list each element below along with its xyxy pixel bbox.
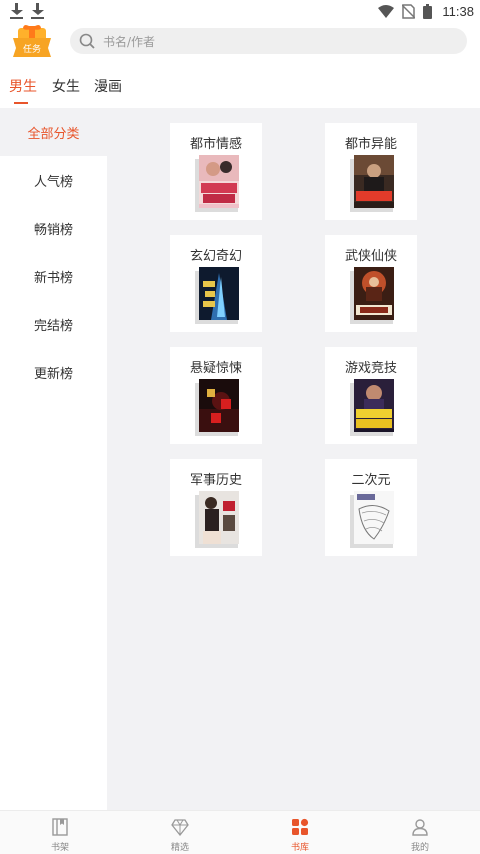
genre-title: 都市异能 — [344, 137, 397, 152]
book-cover — [354, 491, 394, 544]
category-sidebar: 全部分类 人气榜 畅销榜 新书榜 完结榜 更新榜 — [0, 108, 107, 810]
bookshelf-icon — [52, 818, 68, 836]
search-icon — [79, 33, 95, 49]
genre-title: 武侠仙侠 — [344, 249, 397, 264]
nav-label: 书库 — [290, 843, 309, 853]
nav-label: 我的 — [410, 843, 429, 853]
genre-title: 玄幻奇幻 — [189, 249, 242, 264]
bottom-nav: 书架 精选 书库 我的 — [0, 810, 480, 854]
nav-label: 书架 — [50, 843, 69, 853]
genre-title: 军事历史 — [189, 473, 242, 488]
genre-card-urban-romance[interactable]: 都市情感 — [170, 123, 262, 220]
genre-title: 悬疑惊悚 — [189, 361, 242, 376]
book-cover — [199, 491, 239, 544]
clock: 11:38 — [442, 3, 474, 19]
person-icon — [412, 819, 428, 836]
wifi-icon — [378, 5, 395, 18]
tab-comics[interactable]: 漫画 — [94, 76, 122, 96]
genre-card-anime[interactable]: 二次元 — [325, 459, 417, 556]
genre-title: 游戏竞技 — [344, 361, 397, 376]
grid-icon — [292, 818, 309, 835]
sidebar-item-bestseller[interactable]: 畅销榜 — [0, 204, 107, 252]
search-placeholder: 书名/作者 — [103, 34, 156, 49]
nav-featured[interactable]: 精选 — [120, 811, 240, 854]
genre-title: 二次元 — [351, 473, 391, 488]
genre-card-urban-superpower[interactable]: 都市异能 — [325, 123, 417, 220]
genre-card-suspense-horror[interactable]: 悬疑惊悚 — [170, 347, 262, 444]
tab-female[interactable]: 女生 — [52, 76, 80, 96]
nav-library[interactable]: 书库 — [240, 811, 360, 854]
status-indicators: 11:38 — [378, 2, 474, 20]
top-tabs: 男生 女生 漫画 — [0, 64, 480, 108]
genre-card-wuxia[interactable]: 武侠仙侠 — [325, 235, 417, 332]
tab-male[interactable]: 男生 — [9, 76, 37, 96]
sidebar-item-new-books[interactable]: 新书榜 — [0, 252, 107, 300]
genre-card-military-history[interactable]: 军事历史 — [170, 459, 262, 556]
battery-icon — [423, 3, 433, 19]
book-cover — [199, 155, 239, 208]
sidebar-item-popular[interactable]: 人气榜 — [0, 156, 107, 204]
status-bar: 11:38 — [0, 0, 480, 22]
book-cover — [199, 379, 239, 432]
task-badge-label: 任务 — [23, 43, 41, 55]
nav-label: 精选 — [170, 843, 189, 853]
genre-card-fantasy[interactable]: 玄幻奇幻 — [170, 235, 262, 332]
sidebar-item-completed[interactable]: 完结榜 — [0, 300, 107, 348]
active-tab-indicator — [14, 102, 28, 104]
nav-profile[interactable]: 我的 — [360, 811, 480, 854]
header: 任务 书名/作者 — [0, 22, 480, 64]
sidebar-item-all-categories[interactable]: 全部分类 — [0, 108, 107, 156]
task-badge-icon[interactable]: 任务 — [12, 24, 52, 60]
book-cover — [354, 379, 394, 432]
no-sim-icon — [402, 3, 416, 19]
book-cover — [354, 267, 394, 320]
nav-bookshelf[interactable]: 书架 — [0, 811, 120, 854]
book-cover — [354, 155, 394, 208]
search-input[interactable]: 书名/作者 — [70, 28, 467, 54]
genre-title: 都市情感 — [189, 137, 242, 152]
book-cover — [199, 267, 239, 320]
download-icon — [10, 3, 24, 19]
sidebar-item-updated[interactable]: 更新榜 — [0, 348, 107, 396]
genre-card-gaming[interactable]: 游戏竞技 — [325, 347, 417, 444]
download-icon — [31, 3, 45, 19]
diamond-icon — [171, 819, 189, 836]
